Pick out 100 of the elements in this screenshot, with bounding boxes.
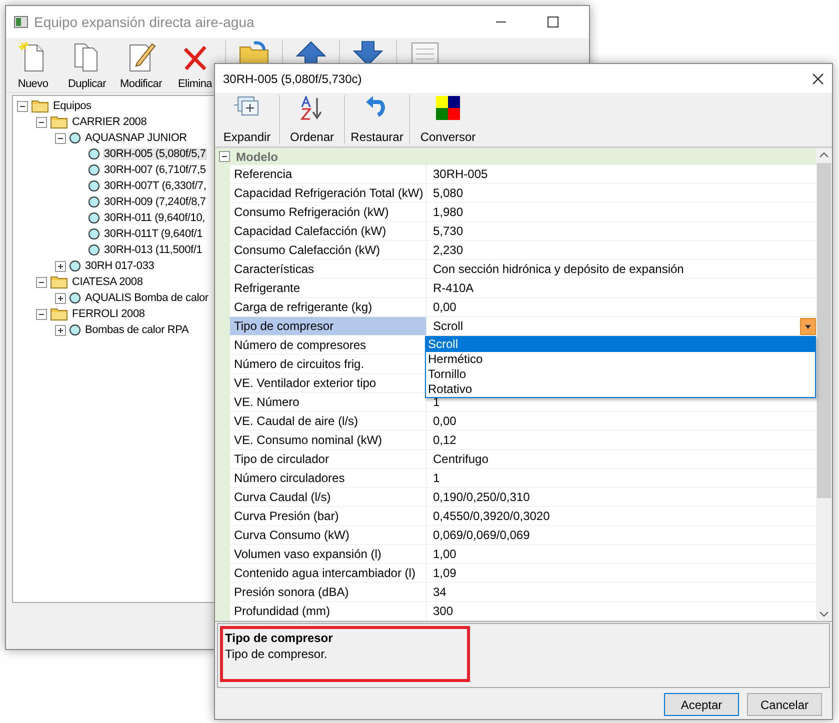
property-value[interactable]: 34 [433, 585, 446, 599]
property-value[interactable]: 0,069/0,069/0,069 [433, 528, 530, 542]
category-label: Modelo [236, 150, 278, 164]
dropdown-button[interactable] [800, 318, 816, 335]
property-label[interactable]: Consumo Calefacción (kW) [230, 241, 427, 260]
description-title: Tipo de compresor [225, 631, 334, 645]
property-value[interactable]: 30RH-005 [433, 167, 488, 181]
dropdown-option[interactable]: Rotativo [426, 382, 815, 397]
property-label[interactable]: Capacidad Calefacción (kW) [230, 222, 427, 241]
dropdown-option[interactable]: Hermético [426, 352, 815, 367]
tree-item[interactable]: 30RH 017-033 [84, 260, 156, 272]
circle-icon [69, 132, 81, 144]
property-value[interactable]: R-410A [433, 281, 474, 295]
property-label[interactable]: Carga de refrigerante (kg) [230, 298, 427, 317]
tree-item[interactable]: 30RH-013 (11,500f/1 [103, 244, 204, 256]
property-label[interactable]: Consumo Refrigeración (kW) [230, 203, 427, 222]
circle-icon [88, 180, 100, 192]
dialog-button[interactable]: Cancelar [747, 693, 822, 716]
expand-icon[interactable] [55, 260, 66, 272]
close-icon[interactable] [812, 72, 824, 84]
toolbar-button[interactable]: Nuevo [6, 38, 60, 92]
property-label[interactable]: Curva Presión (bar) [230, 507, 427, 526]
property-label[interactable]: Tipo de compresor [230, 317, 427, 336]
property-value[interactable]: Scroll [433, 319, 464, 333]
caret-icon [805, 324, 811, 328]
property-label[interactable]: Curva Caudal (l/s) [230, 488, 427, 507]
toolbar-button[interactable]: Restaurar [348, 93, 406, 146]
folder-icon [50, 307, 68, 321]
toolbar-button[interactable]: Ordenar [283, 93, 341, 146]
property-label[interactable]: Presión sonora (dBA) [230, 583, 427, 602]
tree-item[interactable]: 30RH-011T (9,640f/1 [103, 228, 204, 240]
folder-icon [50, 275, 68, 289]
property-value[interactable]: 0,190/0,250/0,310 [433, 490, 530, 504]
collapse-icon[interactable] [36, 276, 47, 288]
category-row[interactable]: Modelo [215, 148, 816, 165]
property-label[interactable]: Características [230, 260, 427, 279]
property-label[interactable]: Profundidad (mm) [230, 602, 427, 621]
property-value[interactable]: 0,00 [433, 300, 456, 314]
circle-icon [88, 148, 100, 160]
collapse-icon[interactable] [219, 151, 230, 162]
toolbar-button[interactable]: Duplicar [60, 38, 114, 92]
property-value[interactable]: 0,4550/0,3920/0,3020 [433, 509, 550, 523]
collapse-icon[interactable] [36, 308, 47, 320]
circle-icon [69, 324, 81, 336]
property-label[interactable]: VE. Consumo nominal (kW) [230, 431, 427, 450]
dialog-button[interactable]: Aceptar [664, 693, 739, 716]
tree-item[interactable]: Bombas de calor RPA [84, 324, 190, 336]
property-value[interactable]: 1,00 [433, 547, 456, 561]
collapse-icon[interactable] [17, 100, 28, 112]
tree-item[interactable]: Equipos [52, 100, 92, 112]
tree-item[interactable]: 30RH-011 (9,640f/10, [103, 212, 206, 224]
property-label[interactable]: Capacidad Refrigeración Total (kW) [230, 184, 427, 203]
collapse-icon[interactable] [36, 116, 47, 128]
tree-item[interactable]: 30RH-007T (6,330f/7, [103, 180, 208, 192]
property-value[interactable]: 1,09 [433, 566, 456, 580]
tree-item[interactable]: AQUALIS Bomba de calor [84, 292, 210, 304]
window-title: 30RH-005 (5,080f/5,730c) [223, 72, 363, 86]
property-value[interactable]: Centrifugo [433, 452, 488, 466]
property-value[interactable]: 1 [433, 395, 440, 409]
property-label[interactable]: Contenido agua intercambiador (l) [230, 564, 427, 583]
tree-item[interactable]: 30RH-005 (5,080f/5,7 [103, 148, 207, 160]
toolbar-button[interactable]: Expandir [218, 93, 276, 146]
toolbar-button[interactable]: Modificar [114, 38, 168, 92]
tree-item[interactable]: FERROLI 2008 [71, 308, 146, 320]
circle-icon [69, 292, 81, 304]
tree-item[interactable]: CARRIER 2008 [71, 116, 148, 128]
expand-icon[interactable] [55, 324, 66, 336]
property-value[interactable]: 0,00 [433, 414, 456, 428]
tree-item[interactable]: 30RH-009 (7,240f/8,7 [103, 196, 207, 208]
property-value[interactable]: Con sección hidrónica y depósito de expansión [433, 262, 684, 276]
property-label[interactable]: Referencia [230, 165, 427, 184]
maximize-icon[interactable] [547, 16, 559, 28]
dropdown-option[interactable]: Scroll [426, 337, 815, 352]
property-label[interactable]: Volumen vaso expansión (l) [230, 545, 427, 564]
scrollbar[interactable] [816, 148, 832, 621]
property-label[interactable]: Tipo de circulador [230, 450, 427, 469]
property-label[interactable]: Refrigerante [230, 279, 427, 298]
toolbar-button[interactable]: Conversor [413, 93, 483, 146]
collapse-icon[interactable] [55, 132, 66, 144]
property-value[interactable]: 5,730 [433, 224, 464, 238]
property-value[interactable]: 300 [433, 604, 454, 618]
property-value[interactable]: 2,230 [433, 243, 464, 257]
window-title: Equipo expansión directa aire-agua [34, 14, 256, 30]
tree-item[interactable]: 30RH-007 (6,710f/7,5 [103, 164, 207, 176]
property-label[interactable]: Curva Consumo (kW) [230, 526, 427, 545]
circle-icon [88, 244, 100, 256]
folder-icon [31, 99, 49, 113]
circle-icon [88, 196, 100, 208]
tree-item[interactable]: CIATESA 2008 [71, 276, 144, 288]
property-value[interactable]: 1,980 [433, 205, 464, 219]
property-value[interactable]: 5,080 [433, 186, 464, 200]
property-label[interactable]: Número circuladores [230, 469, 427, 488]
property-value[interactable]: 1 [433, 471, 440, 485]
property-label[interactable]: VE. Caudal de aire (l/s) [230, 412, 427, 431]
toolbar-button[interactable]: Elimina [168, 38, 222, 92]
expand-icon[interactable] [55, 292, 66, 304]
property-value[interactable]: 0,12 [433, 433, 456, 447]
folder-icon [50, 115, 68, 129]
dropdown-option[interactable]: Tornillo [426, 367, 815, 382]
tree-item[interactable]: AQUASNAP JUNIOR [84, 132, 188, 144]
